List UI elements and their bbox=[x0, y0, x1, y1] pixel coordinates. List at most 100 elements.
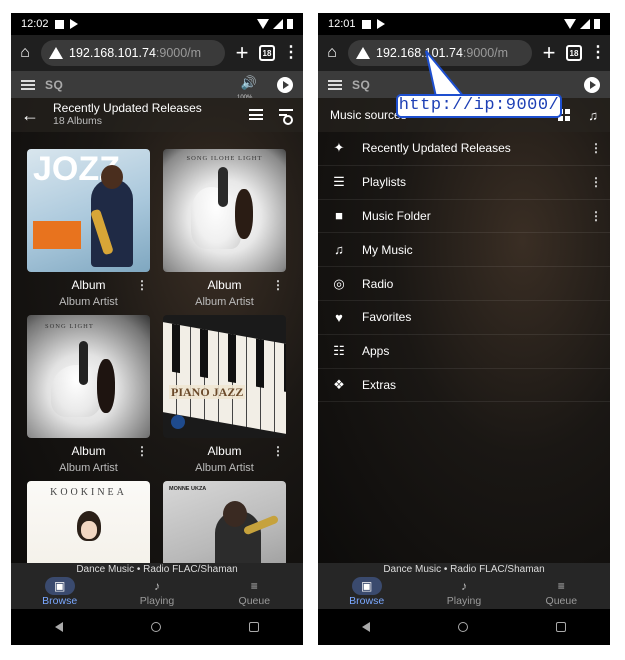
filter-search-icon[interactable] bbox=[279, 109, 293, 125]
nav-label: Browse bbox=[42, 595, 78, 607]
album-icon: ▣ bbox=[44, 577, 75, 595]
album-menu-icon[interactable]: ⋮ bbox=[272, 444, 284, 458]
menu-item-radio[interactable]: ◎ Radio bbox=[318, 267, 610, 301]
phone-screen-browse: 12:02 ⌂ 192.168.101.74:9000/m + 18 ⋮ SQ … bbox=[11, 13, 303, 645]
wifi-icon bbox=[257, 19, 269, 29]
nav-playing[interactable]: ♪ Playing bbox=[415, 576, 512, 609]
item-menu-icon[interactable]: ⋮ bbox=[590, 175, 602, 189]
back-arrow-icon[interactable]: ← bbox=[21, 105, 39, 126]
puzzle-icon: ❖ bbox=[333, 376, 345, 392]
nav-browse[interactable]: ▣ Browse bbox=[11, 576, 108, 609]
album-cover[interactable]: SONG LIGHT bbox=[27, 315, 150, 438]
album-menu-icon[interactable]: ⋮ bbox=[272, 278, 284, 292]
album-artist: Album Artist bbox=[195, 296, 254, 308]
nav-browse[interactable]: ▣ Browse bbox=[318, 576, 415, 609]
album-card[interactable]: JOZZ Album Album Artist ⋮ bbox=[27, 149, 150, 308]
bottom-navigation: ▣ Browse ♪ Playing ≡ Queue bbox=[318, 576, 610, 609]
tab-switcher-button[interactable]: 18 bbox=[259, 45, 275, 61]
browse-subheader: ← Recently Updated Releases 18 Albums bbox=[11, 98, 303, 132]
queue-icon: ≡ bbox=[557, 579, 565, 593]
album-cover[interactable]: KOOKINEA bbox=[27, 481, 150, 576]
menu-item-label: Apps bbox=[362, 344, 390, 359]
cover-text: SONG ILOHE LIGHT bbox=[186, 155, 263, 162]
now-playing-bar[interactable]: Dance Music • Radio FLAC/Shaman bbox=[11, 563, 303, 576]
back-icon[interactable] bbox=[362, 622, 370, 632]
album-card[interactable]: KOOKINEA bbox=[27, 481, 150, 576]
app-toolbar: SQ 🔊 100% bbox=[11, 71, 303, 101]
album-card[interactable]: SONG LIGHT Album Album Artist ⋮ bbox=[27, 315, 150, 474]
hamburger-menu-icon[interactable] bbox=[21, 79, 35, 90]
menu-item-favorites[interactable]: ♥ Favorites bbox=[318, 301, 610, 335]
item-menu-icon[interactable]: ⋮ bbox=[590, 209, 602, 223]
home-button-icon[interactable] bbox=[151, 622, 161, 632]
album-cover[interactable]: MONNE UKZA bbox=[163, 481, 286, 576]
album-count: 18 Albums bbox=[53, 115, 103, 127]
play-icon[interactable] bbox=[277, 76, 293, 93]
nav-label: Playing bbox=[139, 595, 175, 607]
item-menu-icon[interactable]: ⋮ bbox=[590, 141, 602, 155]
menu-item-extras[interactable]: ❖ Extras bbox=[318, 369, 610, 403]
album-cover[interactable]: JOZZ bbox=[27, 149, 150, 272]
system-navigation bbox=[318, 609, 610, 645]
home-icon[interactable]: ⌂ bbox=[17, 45, 33, 61]
volume-icon: 🔊 bbox=[240, 74, 258, 90]
album-cover[interactable]: SONG ILOHE LIGHT bbox=[163, 149, 286, 272]
nav-label: Browse bbox=[349, 595, 385, 607]
new-tab-icon[interactable]: + bbox=[540, 42, 558, 64]
browser-menu-icon[interactable]: ⋮ bbox=[590, 45, 606, 61]
radio-icon: ◎ bbox=[333, 275, 345, 291]
album-card[interactable]: MONNE UKZA bbox=[163, 481, 286, 576]
system-navigation bbox=[11, 609, 303, 645]
music-note-icon: ♪ bbox=[153, 579, 160, 593]
volume-button[interactable]: 🔊 100% bbox=[237, 74, 259, 101]
album-artist: Album Artist bbox=[195, 462, 254, 474]
heart-icon: ♥ bbox=[335, 309, 343, 325]
album-card[interactable]: SONG ILOHE LIGHT Album Album Artist ⋮ bbox=[163, 149, 286, 308]
menu-item-label: Extras bbox=[362, 377, 397, 392]
menu-item-recently-updated[interactable]: ✦ Recently Updated Releases ⋮ bbox=[318, 132, 610, 166]
browser-toolbar: ⌂ 192.168.101.74:9000/m + 18 ⋮ bbox=[11, 35, 303, 71]
play-icon[interactable] bbox=[584, 76, 600, 93]
url-host: 192.168.101.74 bbox=[69, 46, 156, 60]
menu-item-playlists[interactable]: ☰ Playlists ⋮ bbox=[318, 166, 610, 200]
apps-grid-icon: ☷ bbox=[333, 343, 345, 359]
album-icon: ▣ bbox=[351, 577, 382, 595]
nav-label: Playing bbox=[446, 595, 482, 607]
album-cover[interactable]: PIANO JAZZ bbox=[163, 315, 286, 438]
now-playing-bar[interactable]: Dance Music • Radio FLAC/Shaman bbox=[318, 563, 610, 576]
back-icon[interactable] bbox=[55, 622, 63, 632]
new-tab-icon[interactable]: + bbox=[233, 42, 251, 64]
album-title: Album bbox=[71, 278, 106, 292]
nav-queue[interactable]: ≡ Queue bbox=[513, 576, 610, 609]
notification-icon bbox=[54, 19, 64, 29]
tab-switcher-button[interactable]: 18 bbox=[566, 45, 582, 61]
list-view-icon[interactable] bbox=[249, 109, 263, 120]
album-menu-icon[interactable]: ⋮ bbox=[136, 444, 148, 458]
album-artist: Album Artist bbox=[59, 296, 118, 308]
cover-text: KOOKINEA bbox=[50, 487, 127, 498]
menu-item-music-folder[interactable]: ■ Music Folder ⋮ bbox=[318, 200, 610, 234]
tab-count: 18 bbox=[262, 48, 272, 58]
library-music-icon: ♫ bbox=[334, 242, 344, 258]
battery-icon bbox=[287, 19, 293, 29]
bottom-navigation: ▣ Browse ♪ Playing ≡ Queue bbox=[11, 576, 303, 609]
address-bar[interactable]: 192.168.101.74:9000/m bbox=[41, 40, 225, 66]
home-button-icon[interactable] bbox=[458, 622, 468, 632]
media-play-status-icon bbox=[69, 19, 78, 29]
nav-queue[interactable]: ≡ Queue bbox=[206, 576, 303, 609]
new-releases-icon: ✦ bbox=[333, 140, 345, 156]
browser-menu-icon[interactable]: ⋮ bbox=[283, 45, 299, 61]
url-rest: :9000/m bbox=[155, 46, 202, 60]
music-search-icon[interactable]: ♫ bbox=[588, 108, 598, 123]
recents-icon[interactable] bbox=[249, 622, 259, 632]
album-menu-icon[interactable]: ⋮ bbox=[136, 278, 148, 292]
album-card[interactable]: PIANO JAZZ Album Album Artist ⋮ bbox=[163, 315, 286, 474]
nav-playing[interactable]: ♪ Playing bbox=[108, 576, 205, 609]
menu-item-apps[interactable]: ☷ Apps bbox=[318, 335, 610, 369]
album-title: Album bbox=[71, 444, 106, 458]
recents-icon[interactable] bbox=[556, 622, 566, 632]
album-title: Album bbox=[207, 278, 242, 292]
menu-item-label: Recently Updated Releases bbox=[362, 141, 511, 156]
menu-item-my-music[interactable]: ♫ My Music bbox=[318, 233, 610, 268]
album-title: Album bbox=[207, 444, 242, 458]
